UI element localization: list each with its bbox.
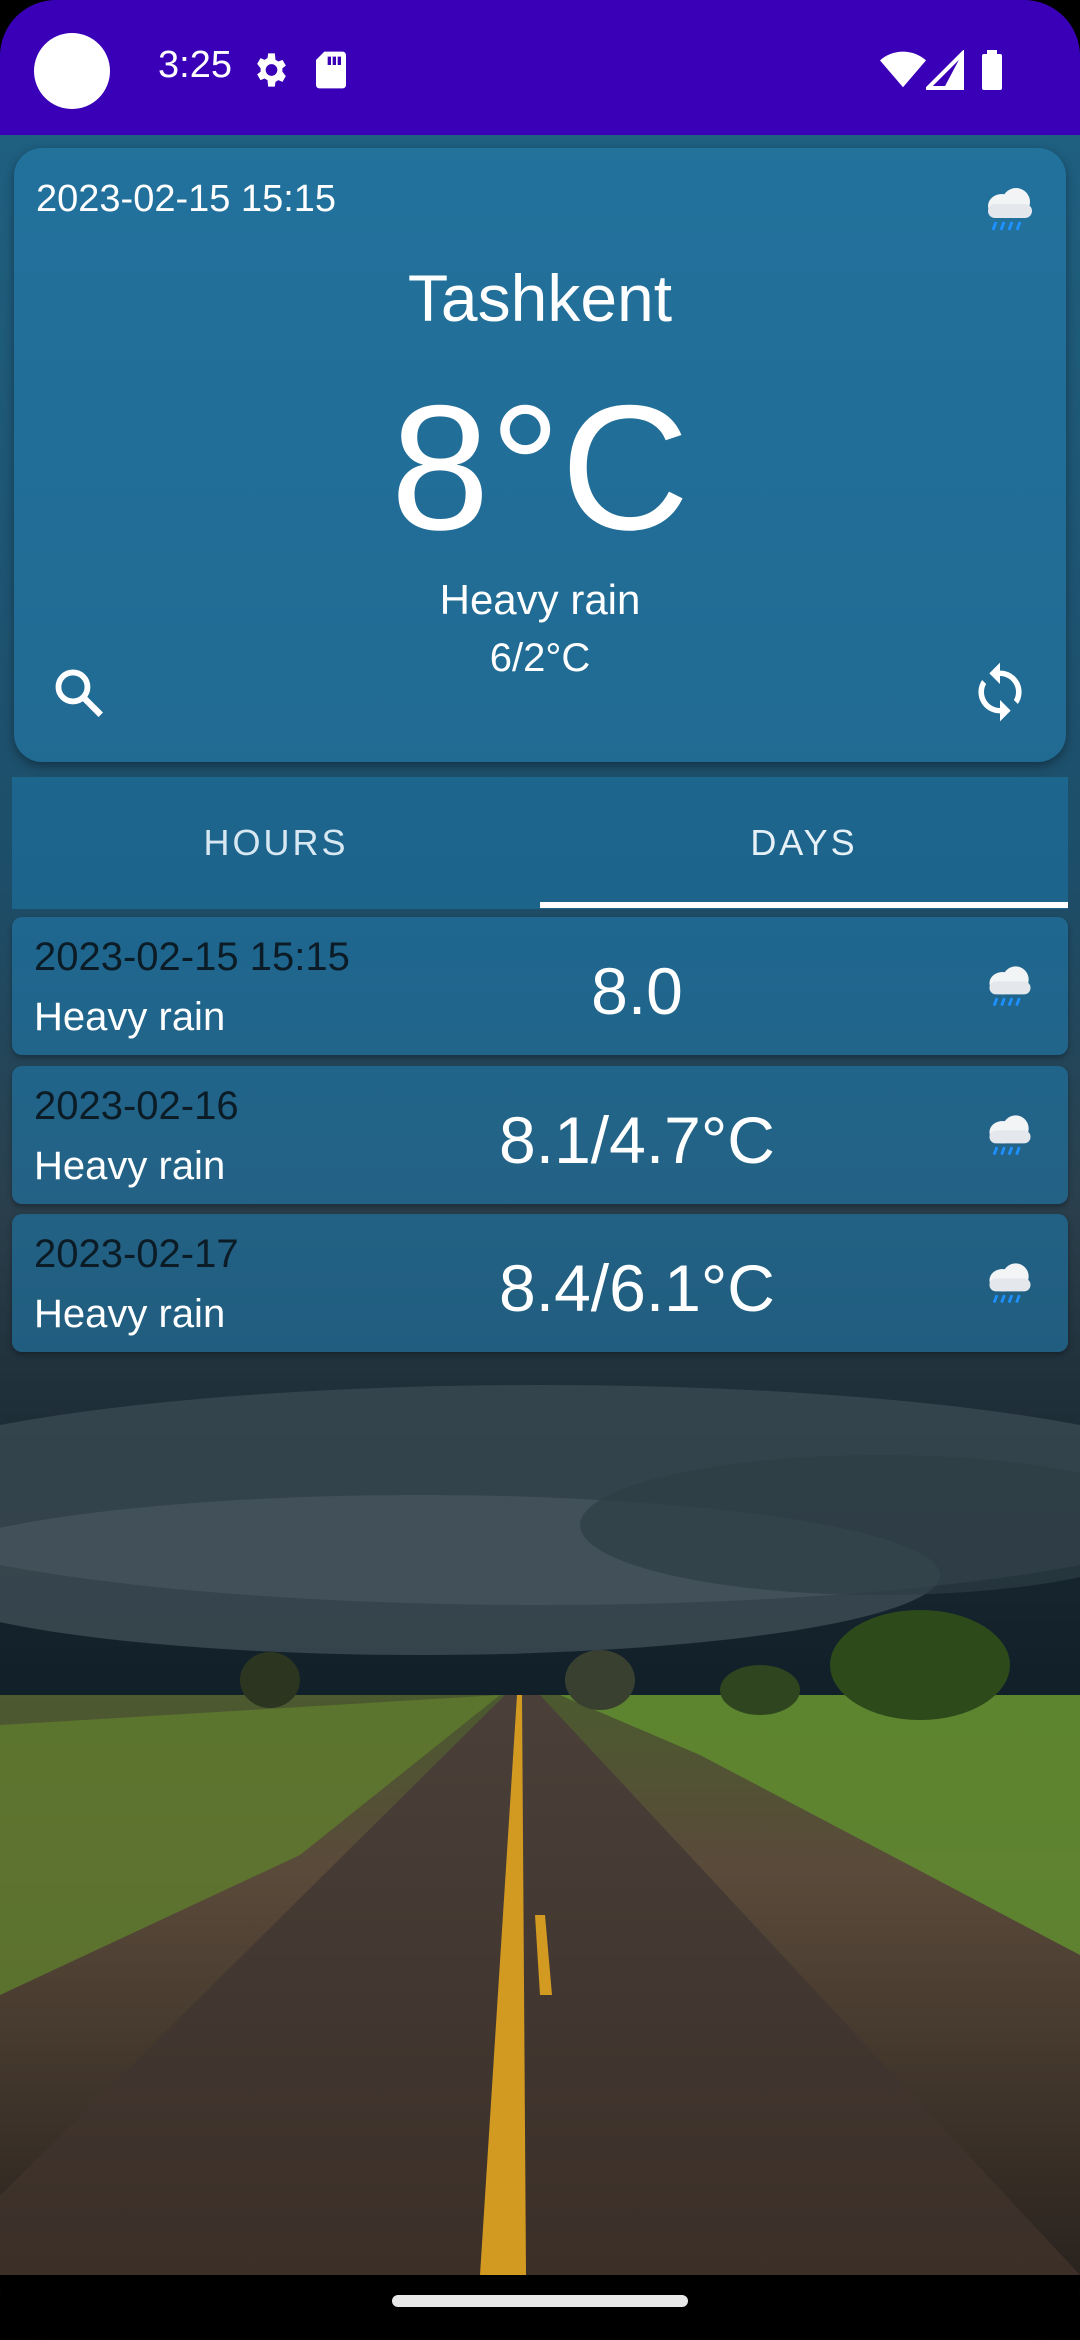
search-icon[interactable] <box>50 664 108 727</box>
home-gesture-handle[interactable] <box>392 2295 688 2307</box>
rain-cloud-icon <box>982 1110 1038 1165</box>
status-bar: 3:25 <box>0 0 1080 135</box>
forecast-row[interactable]: 2023-02-16 Heavy rain 8.1/4.7°C <box>12 1066 1068 1204</box>
sd-card-icon <box>314 50 348 95</box>
current-condition: Heavy rain <box>439 576 641 623</box>
forecast-tabs: HOURS DAYS <box>12 777 1068 909</box>
rain-cloud-icon <box>980 184 1040 239</box>
forecast-temperature: 8.4/6.1°C <box>499 1251 775 1325</box>
forecast-temperature: 8.0 <box>591 954 683 1028</box>
camera-cutout <box>34 33 110 109</box>
status-time: 3:25 <box>158 44 232 86</box>
rain-cloud-icon <box>982 961 1038 1016</box>
current-timestamp: 2023-02-15 15:15 <box>36 178 337 220</box>
signal-icon <box>923 49 966 95</box>
forecast-date: 2023-02-15 15:15 <box>34 935 350 979</box>
navigation-bar <box>0 2275 1080 2340</box>
current-temperature: 8°C <box>390 368 690 567</box>
forecast-row[interactable]: 2023-02-17 Heavy rain 8.4/6.1°C <box>12 1214 1068 1352</box>
forecast-condition: Heavy rain <box>34 1292 226 1336</box>
phone-screen: 3:25 2023-02-15 15:15 Tashkent 8°C Heavy… <box>0 0 1080 2340</box>
selected-tab-indicator <box>540 902 1068 908</box>
tab-hours[interactable]: HOURS <box>12 777 540 909</box>
city-name: Tashkent <box>407 261 673 335</box>
forecast-date: 2023-02-16 <box>34 1084 239 1128</box>
forecast-condition: Heavy rain <box>34 1144 226 1188</box>
forecast-row[interactable]: 2023-02-15 15:15 Heavy rain 8.0 <box>12 917 1068 1055</box>
refresh-icon[interactable] <box>968 660 1032 729</box>
forecast-condition: Heavy rain <box>34 995 226 1039</box>
tab-days[interactable]: DAYS <box>540 777 1068 909</box>
rain-cloud-icon <box>982 1258 1038 1313</box>
forecast-temperature: 8.1/4.7°C <box>499 1103 775 1177</box>
wifi-icon <box>880 50 926 95</box>
current-weather-card: 2023-02-15 15:15 Tashkent 8°C Heavy rain… <box>14 148 1066 762</box>
forecast-date: 2023-02-17 <box>34 1232 239 1276</box>
battery-icon <box>980 50 1004 95</box>
temperature-range: 6/2°C <box>489 636 591 680</box>
settings-icon <box>250 50 290 95</box>
